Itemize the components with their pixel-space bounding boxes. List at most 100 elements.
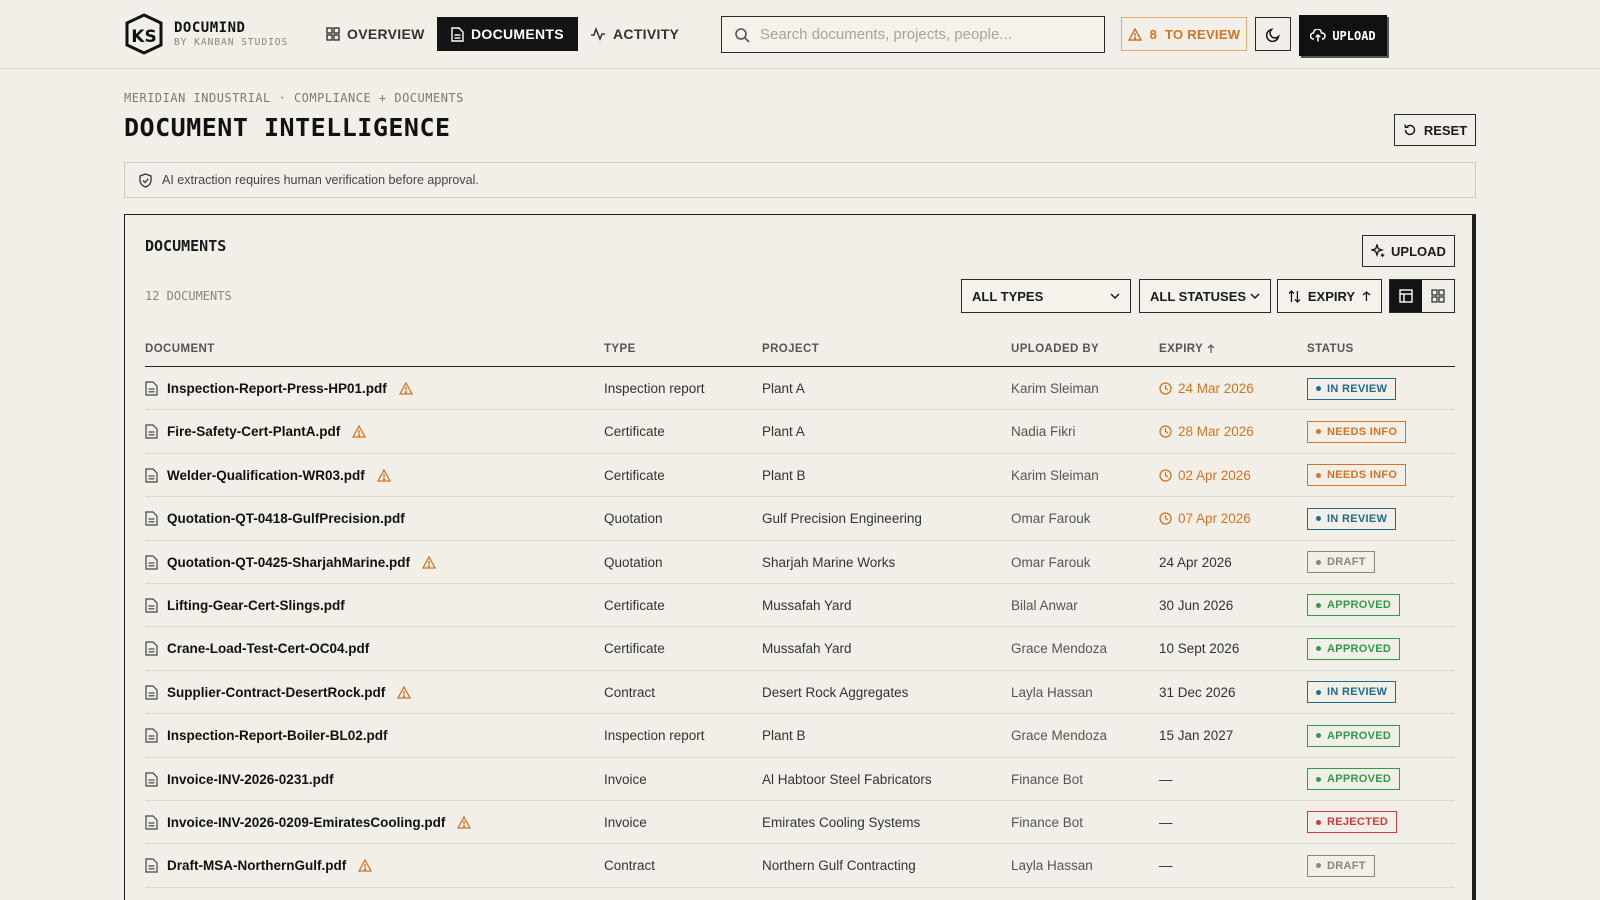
table-row[interactable]: Inspection-Report-Boiler-BL02.pdf Inspect… xyxy=(145,714,1455,758)
warning-icon xyxy=(397,685,412,699)
status-label: IN REVIEW xyxy=(1327,382,1388,395)
project-cell: Mussafah Yard xyxy=(762,641,852,657)
column-header-document[interactable]: DOCUMENT xyxy=(145,343,215,355)
upload-button[interactable]: UPLOAD xyxy=(1362,235,1455,267)
notice-text: AI extraction requires human verificatio… xyxy=(162,173,479,187)
uploaded-by-cell: Karim Sleiman xyxy=(1011,381,1099,396)
document-name[interactable]: Invoice-INV-2026-0209-EmiratesCooling.pd… xyxy=(167,815,445,830)
expiry-cell: — xyxy=(1159,801,1173,844)
grid-icon xyxy=(326,27,340,41)
document-name[interactable]: Fire-Safety-Cert-PlantA.pdf xyxy=(167,424,340,439)
expiry-date: 24 Apr 2026 xyxy=(1159,554,1232,570)
file-icon xyxy=(145,728,158,743)
table-row[interactable]: Supplier-Contract-DesertRock.pdf Contract… xyxy=(145,671,1455,715)
column-header-expiry-label: EXPIRY xyxy=(1159,343,1204,355)
document-cell[interactable]: Draft-MSA-NorthernGulf.pdf xyxy=(145,844,373,887)
table-view-button[interactable] xyxy=(1390,280,1422,312)
flag-warning xyxy=(398,382,413,395)
column-header-status[interactable]: STATUS xyxy=(1307,343,1354,355)
table-row[interactable]: Invoice-INV-2026-0231.pdf Invoice Al Habto… xyxy=(145,758,1455,801)
uploaded-by-cell: Omar Farouk xyxy=(1011,554,1091,570)
status-label: NEEDS INFO xyxy=(1327,469,1398,482)
warning-icon xyxy=(376,468,391,482)
table-row[interactable]: Draft-MSA-NorthernGulf.pdf Contract Northe… xyxy=(145,844,1455,888)
brand-logo[interactable]: KS xyxy=(124,13,164,55)
nav-overview[interactable]: OVERVIEW xyxy=(318,17,433,51)
file-icon xyxy=(145,685,158,700)
status-dot xyxy=(1316,472,1321,478)
uploaded-by-cell: Layla Hassan xyxy=(1011,684,1093,700)
status-badge: APPROVED xyxy=(1307,594,1401,617)
warning-icon xyxy=(457,815,472,829)
type-filter-select[interactable]: ALL TYPES xyxy=(961,279,1131,313)
document-cell[interactable]: Crane-Load-Test-Cert-OC04.pdf xyxy=(145,627,369,670)
search-bar[interactable]: Search documents, projects, people... xyxy=(721,16,1105,53)
sort-button[interactable]: EXPIRY xyxy=(1277,279,1382,313)
project-cell: Desert Rock Aggregates xyxy=(762,684,909,700)
status-cell: APPROVED xyxy=(1307,584,1401,627)
file-icon xyxy=(145,858,158,873)
document-cell[interactable]: Fire-Safety-Cert-PlantA.pdf xyxy=(145,410,367,453)
document-name[interactable]: Inspection-Report-Press-HP01.pdf xyxy=(167,381,387,396)
document-cell[interactable]: Lifting-Gear-Cert-Slings.pdf xyxy=(145,584,345,627)
table-row[interactable]: Welder-Qualification-WR03.pdf Certificate… xyxy=(145,454,1455,498)
document-name[interactable]: Welder-Qualification-WR03.pdf xyxy=(167,468,365,483)
status-badge: DRAFT xyxy=(1307,854,1375,877)
table-row[interactable]: Quotation-QT-0418-GulfPrecision.pdf Quota… xyxy=(145,497,1455,541)
type-filter-label: ALL TYPES xyxy=(972,288,1044,304)
to-review-button[interactable]: 8 TO REVIEW xyxy=(1121,17,1247,51)
document-cell[interactable]: Welder-Qualification-WR03.pdf xyxy=(145,454,391,497)
search-input[interactable]: Search documents, projects, people... xyxy=(760,26,1012,43)
document-cell[interactable]: Inspection-Report-Press-HP01.pdf xyxy=(145,367,413,410)
document-cell[interactable]: Quotation-QT-0418-GulfPrecision.pdf xyxy=(145,497,405,540)
status-filter-select[interactable]: ALL STATUSES xyxy=(1139,279,1271,313)
document-name[interactable]: Inspection-Report-Boiler-BL02.pdf xyxy=(167,728,388,743)
column-header-expiry[interactable]: EXPIRY xyxy=(1159,343,1215,355)
grid-view-button[interactable] xyxy=(1422,280,1454,312)
reset-button[interactable]: RESET xyxy=(1394,114,1476,146)
document-name[interactable]: Quotation-QT-0425-SharjahMarine.pdf xyxy=(167,555,410,570)
table-header: DOCUMENT TYPE PROJECT UPLOADED BY EXPIRY… xyxy=(145,335,1455,367)
clock-icon xyxy=(1159,469,1172,482)
status-label: APPROVED xyxy=(1327,773,1392,786)
uploaded-by-cell: Finance Bot xyxy=(1011,771,1084,787)
document-name[interactable]: Invoice-INV-2026-0231.pdf xyxy=(167,772,334,787)
status-cell: IN REVIEW xyxy=(1307,367,1397,410)
status-cell: IN REVIEW xyxy=(1307,497,1397,540)
column-header-project[interactable]: PROJECT xyxy=(762,343,819,355)
table-row[interactable]: Quotation-QT-0425-SharjahMarine.pdf Quota… xyxy=(145,541,1455,584)
status-cell: IN REVIEW xyxy=(1307,671,1397,714)
column-header-uploaded-by[interactable]: UPLOADED BY xyxy=(1011,343,1099,355)
top-bar: KS DOCUMIND BY KANBAN STUDIOS OVERVIEW D… xyxy=(0,0,1600,69)
document-cell[interactable]: Invoice-INV-2026-0209-EmiratesCooling.pd… xyxy=(145,801,472,844)
document-name[interactable]: Supplier-Contract-DesertRock.pdf xyxy=(167,685,385,700)
table-row[interactable]: Fire-Safety-Cert-PlantA.pdf Certificate Pl… xyxy=(145,410,1455,454)
document-name[interactable]: Draft-MSA-NorthernGulf.pdf xyxy=(167,858,346,873)
document-name[interactable]: Quotation-QT-0418-GulfPrecision.pdf xyxy=(167,511,405,526)
project-cell: Emirates Cooling Systems xyxy=(762,814,921,830)
status-cell: REJECTED xyxy=(1307,801,1398,844)
column-header-type[interactable]: TYPE xyxy=(604,343,636,355)
project-cell: Plant B xyxy=(762,467,806,483)
document-cell[interactable]: Invoice-INV-2026-0231.pdf xyxy=(145,758,334,801)
reset-label: RESET xyxy=(1423,122,1468,138)
nav-activity[interactable]: ACTIVITY xyxy=(582,17,687,51)
upload-button-header[interactable]: UPLOAD xyxy=(1299,15,1387,56)
document-cell[interactable]: Inspection-Report-Boiler-BL02.pdf xyxy=(145,714,388,757)
expiry-cell: 24 Mar 2026 xyxy=(1159,367,1254,410)
theme-toggle-button[interactable] xyxy=(1255,17,1291,51)
document-cell[interactable]: Quotation-QT-0425-SharjahMarine.pdf xyxy=(145,541,437,584)
nav-documents[interactable]: DOCUMENTS xyxy=(437,17,578,51)
document-name[interactable]: Crane-Load-Test-Cert-OC04.pdf xyxy=(167,641,369,656)
project-cell: Mussafah Yard xyxy=(762,597,852,613)
file-icon xyxy=(451,26,464,42)
chevron-down-icon xyxy=(1250,293,1260,299)
document-cell[interactable]: Supplier-Contract-DesertRock.pdf xyxy=(145,671,412,714)
status-label: NEEDS INFO xyxy=(1327,425,1398,438)
table-row[interactable]: Lifting-Gear-Cert-Slings.pdf Certificate M… xyxy=(145,584,1455,628)
table-row[interactable]: Invoice-INV-2026-0209-EmiratesCooling.pd… xyxy=(145,801,1455,845)
document-name[interactable]: Lifting-Gear-Cert-Slings.pdf xyxy=(167,598,345,613)
table-row[interactable]: Inspection-Report-Press-HP01.pdf Inspecti… xyxy=(145,367,1455,411)
table-row[interactable]: Crane-Load-Test-Cert-OC04.pdf Certificate… xyxy=(145,627,1455,671)
page-title: DOCUMENT INTELLIGENCE xyxy=(124,113,451,142)
